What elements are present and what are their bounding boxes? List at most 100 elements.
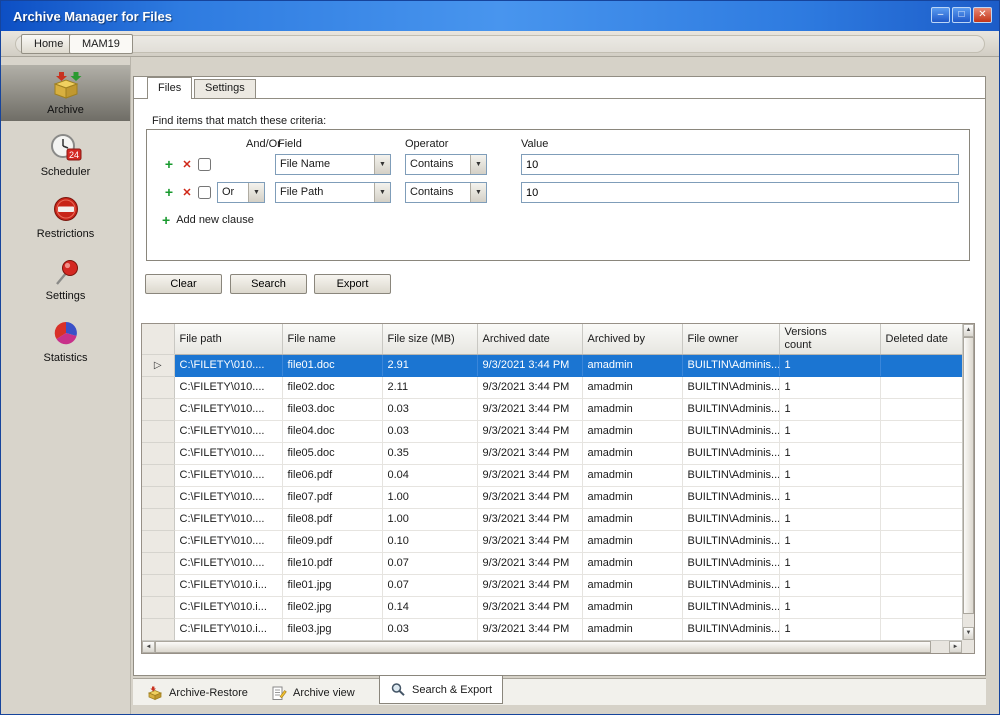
table-cell xyxy=(880,618,962,640)
column-header-archived-by[interactable]: Archived by xyxy=(582,324,682,354)
dropdown-arrow-icon[interactable]: ▼ xyxy=(374,155,390,174)
table-row[interactable]: C:\FILETY\010....file03.doc0.039/3/2021 … xyxy=(142,398,962,420)
table-row[interactable]: C:\FILETY\010.i...file03.jpg0.039/3/2021… xyxy=(142,618,962,640)
operator-select[interactable]: Contains▼ xyxy=(405,182,487,203)
value-input[interactable] xyxy=(521,154,959,175)
table-cell: 9/3/2021 3:44 PM xyxy=(477,552,582,574)
table-cell: C:\FILETY\010.i... xyxy=(174,596,282,618)
add-new-clause-link[interactable]: + Add new clause xyxy=(162,212,254,228)
sidebar-item-settings[interactable]: Settings xyxy=(1,251,130,307)
maximize-button[interactable]: □ xyxy=(952,7,971,23)
column-header-label: File owner xyxy=(688,333,739,345)
criteria-title: Find items that match these criteria: xyxy=(152,115,326,127)
svg-text:24: 24 xyxy=(68,150,78,160)
column-header-file-name[interactable]: File name xyxy=(282,324,382,354)
tab-settings[interactable]: Settings xyxy=(194,79,256,98)
scroll-right-icon[interactable]: ► xyxy=(949,641,962,653)
table-cell: file04.doc xyxy=(282,420,382,442)
table-cell xyxy=(880,376,962,398)
insert-clause-icon[interactable]: + xyxy=(162,184,176,200)
table-row[interactable]: C:\FILETY\010....file08.pdf1.009/3/2021 … xyxy=(142,508,962,530)
row-indicator: ▷ xyxy=(142,354,174,376)
vertical-scrollbar[interactable]: ▲ ▼ xyxy=(962,324,974,640)
table-row[interactable]: C:\FILETY\010....file05.doc0.359/3/2021 … xyxy=(142,442,962,464)
table-row[interactable]: C:\FILETY\010.i...file02.jpg0.149/3/2021… xyxy=(142,596,962,618)
table-row[interactable]: C:\FILETY\010....file04.doc0.039/3/2021 … xyxy=(142,420,962,442)
table-cell: BUILTIN\Adminis... xyxy=(682,574,779,596)
column-header-file-owner[interactable]: File owner xyxy=(682,324,779,354)
table-cell: amadmin xyxy=(582,486,682,508)
value-input[interactable] xyxy=(521,182,959,203)
sidebar-item-label: Settings xyxy=(46,290,86,302)
sidebar-item-archive[interactable]: Archive xyxy=(1,65,130,121)
bottom-tab-archive-view[interactable]: Archive view xyxy=(261,682,365,704)
column-header-file-path[interactable]: File path xyxy=(174,324,282,354)
table-row[interactable]: C:\FILETY\010....file02.doc2.119/3/2021 … xyxy=(142,376,962,398)
table-cell: BUILTIN\Adminis... xyxy=(682,354,779,376)
minimize-icon: – xyxy=(938,9,944,20)
vertical-scroll-thumb[interactable] xyxy=(963,337,974,614)
operator-select[interactable]: Contains▼ xyxy=(405,154,487,175)
sidebar-item-restrictions[interactable]: Restrictions xyxy=(1,189,130,245)
table-row[interactable]: C:\FILETY\010.i...file01.jpg0.079/3/2021… xyxy=(142,574,962,596)
row-indicator xyxy=(142,596,174,618)
clear-button[interactable]: Clear xyxy=(145,274,222,294)
dropdown-arrow-icon[interactable]: ▼ xyxy=(374,183,390,202)
table-row[interactable]: C:\FILETY\010....file09.pdf0.109/3/2021 … xyxy=(142,530,962,552)
column-header-label: File name xyxy=(288,333,336,345)
tab-files[interactable]: Files xyxy=(147,77,192,99)
export-button[interactable]: Export xyxy=(314,274,391,294)
column-header-archived-date[interactable]: Archived date xyxy=(477,324,582,354)
table-row[interactable]: C:\FILETY\010....file07.pdf1.009/3/2021 … xyxy=(142,486,962,508)
column-header-label: File size (MB) xyxy=(388,333,455,345)
table-row[interactable]: C:\FILETY\010....file10.pdf0.079/3/2021 … xyxy=(142,552,962,574)
criteria-col-field: Field xyxy=(278,138,302,150)
table-row[interactable]: ▷C:\FILETY\010....file01.doc2.919/3/2021… xyxy=(142,354,962,376)
criteria-col-andor: And/Or xyxy=(246,138,281,150)
delete-clause-icon[interactable]: ✕ xyxy=(180,186,194,199)
table-cell xyxy=(880,486,962,508)
table-cell: BUILTIN\Adminis... xyxy=(682,530,779,552)
bottom-tab-search-export[interactable]: Search & Export xyxy=(379,675,503,704)
sidebar-item-label: Restrictions xyxy=(37,228,94,240)
minimize-button[interactable]: – xyxy=(931,7,950,23)
delete-clause-icon[interactable]: ✕ xyxy=(180,158,194,171)
field-select[interactable]: File Path▼ xyxy=(275,182,391,203)
sidebar-item-statistics[interactable]: Statistics xyxy=(1,313,130,369)
table-cell: BUILTIN\Adminis... xyxy=(682,486,779,508)
insert-clause-icon[interactable]: + xyxy=(162,156,176,172)
field-select[interactable]: File Name▼ xyxy=(275,154,391,175)
archive-view-icon xyxy=(271,686,287,701)
row-indicator xyxy=(142,552,174,574)
table-cell: amadmin xyxy=(582,398,682,420)
row-indicator xyxy=(142,574,174,596)
sidebar-item-scheduler[interactable]: 24Scheduler xyxy=(1,127,130,183)
search-button[interactable]: Search xyxy=(230,274,307,294)
table-cell: C:\FILETY\010.... xyxy=(174,442,282,464)
scroll-up-icon[interactable]: ▲ xyxy=(963,324,974,337)
scroll-left-icon[interactable]: ◄ xyxy=(142,641,155,653)
table-row[interactable]: C:\FILETY\010....file06.pdf0.049/3/2021 … xyxy=(142,464,962,486)
sidebar-item-label: Archive xyxy=(47,104,84,116)
scroll-down-icon[interactable]: ▼ xyxy=(963,627,974,640)
dropdown-arrow-icon[interactable]: ▼ xyxy=(470,183,486,202)
table-cell: C:\FILETY\010.i... xyxy=(174,574,282,596)
server-tab-mam19[interactable]: MAM19 xyxy=(69,34,133,54)
horizontal-scrollbar[interactable]: ◄ ► xyxy=(142,640,962,653)
bottom-tab-archive-restore[interactable]: Archive-Restore xyxy=(137,682,258,704)
column-header-file-size-mb[interactable]: File size (MB) xyxy=(382,324,477,354)
table-cell: 9/3/2021 3:44 PM xyxy=(477,574,582,596)
column-header-deleted-date[interactable]: Deleted date xyxy=(880,324,962,354)
table-cell: amadmin xyxy=(582,354,682,376)
close-button[interactable]: ✕ xyxy=(973,7,992,23)
clause-checkbox[interactable] xyxy=(198,186,211,199)
horizontal-scroll-thumb[interactable] xyxy=(155,641,931,653)
table-cell: amadmin xyxy=(582,376,682,398)
dropdown-arrow-icon[interactable]: ▼ xyxy=(248,183,264,202)
dropdown-arrow-icon[interactable]: ▼ xyxy=(470,155,486,174)
clause-checkbox[interactable] xyxy=(198,158,211,171)
column-header-versions-count[interactable]: Versions count xyxy=(779,324,880,354)
table-cell xyxy=(880,596,962,618)
andor-select[interactable]: Or▼ xyxy=(217,182,265,203)
bottom-tab-label: Search & Export xyxy=(412,684,492,696)
